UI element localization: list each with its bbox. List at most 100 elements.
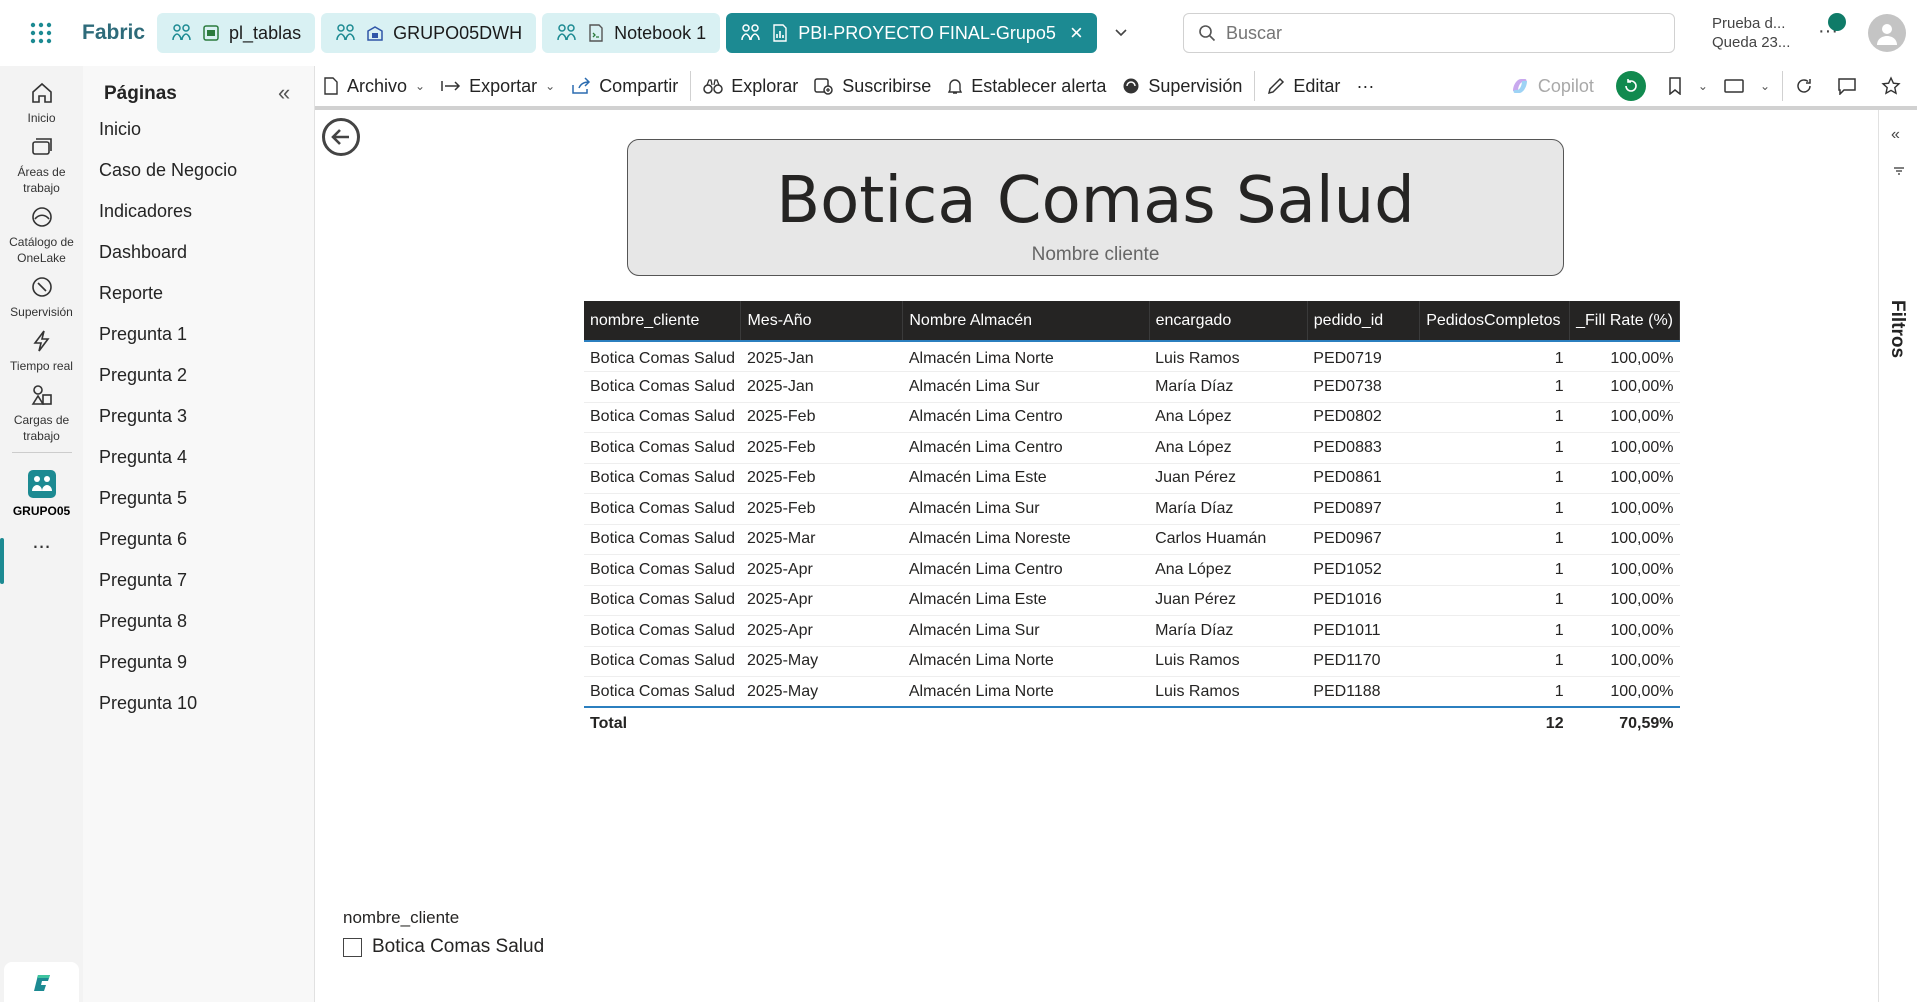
page-link-pregunta-3[interactable]: Pregunta 3 <box>99 406 299 427</box>
total-row: Total 12 70,59% <box>584 706 1680 739</box>
table-row[interactable]: Botica Comas Salud 2025-Apr Almacén Lima C… <box>584 554 1680 586</box>
table-row[interactable]: Botica Comas Salud 2025-Apr Almacén Lima S… <box>584 615 1680 647</box>
nav-item-areas-de-trabajo[interactable]: Áreas de trabajo <box>0 126 83 196</box>
column-header-nombre-cliente[interactable]: nombre_cliente <box>584 301 742 341</box>
page-link-pregunta-6[interactable]: Pregunta 6 <box>99 529 299 550</box>
monitor-icon <box>31 277 52 297</box>
tab-grupo05dwh[interactable]: GRUPO05DWH <box>321 13 537 53</box>
fabric-logo-icon[interactable] <box>4 962 79 1002</box>
page-link-reporte[interactable]: Reporte <box>99 283 299 304</box>
table-cell: 2025-Jan <box>740 341 903 372</box>
table-row[interactable]: Botica Comas Salud 2025-Feb Almacén Lima C… <box>584 432 1680 464</box>
tab-pl-tablas[interactable]: pl_tablas <box>157 13 316 53</box>
avatar[interactable] <box>1868 14 1906 52</box>
tab-notebook-1[interactable]: Notebook 1 <box>542 13 721 53</box>
workspaces-icon <box>31 138 52 155</box>
nav-item-inicio[interactable]: Inicio <box>0 72 83 126</box>
table-row[interactable]: Botica Comas Salud 2025-Jan Almacén Lima S… <box>584 371 1680 403</box>
archivo-menu[interactable]: Archivo ⌄ <box>315 66 433 106</box>
view-menu[interactable]: ⌄ <box>1716 66 1778 106</box>
trial-status[interactable]: Prueba d... Queda 23... <box>1712 14 1790 52</box>
editar-button[interactable]: Editar <box>1259 66 1348 106</box>
search-box[interactable] <box>1183 13 1675 53</box>
slicer-option[interactable]: Botica Comas Salud <box>343 936 544 958</box>
nav-label: GRUPO05 <box>12 504 71 518</box>
page-link-pregunta-2[interactable]: Pregunta 2 <box>99 365 299 386</box>
nav-item-grupo05[interactable]: GRUPO05 <box>0 461 83 519</box>
back-arrow-icon[interactable] <box>322 118 360 156</box>
column-header-nombre-almacen[interactable]: Nombre Almacén <box>902 301 1150 341</box>
compartir-button[interactable]: Compartir <box>563 66 686 106</box>
column-header-pedido-id[interactable]: pedido_id <box>1307 301 1421 341</box>
page-link-pregunta-4[interactable]: Pregunta 4 <box>99 447 299 468</box>
page-link-pregunta-8[interactable]: Pregunta 8 <box>99 611 299 632</box>
page-link-caso-de-negocio[interactable]: Caso de Negocio <box>99 160 299 181</box>
suscribirse-button[interactable]: Suscribirse <box>806 66 939 106</box>
pages-pane: Páginas « Inicio Caso de Negocio Indicad… <box>83 66 315 1002</box>
exportar-menu[interactable]: Exportar ⌄ <box>433 66 563 106</box>
column-header-mes-ano[interactable]: Mes-Año <box>740 301 904 341</box>
app-launcher-icon[interactable] <box>0 0 82 66</box>
kpi-card[interactable]: Botica Comas Salud Nombre cliente <box>627 139 1564 276</box>
person-icon <box>1877 24 1897 45</box>
table-row[interactable]: Botica Comas Salud 2025-Feb Almacén Lima S… <box>584 493 1680 525</box>
table-cell: PED0861 <box>1307 463 1420 494</box>
more-icon[interactable]: ... <box>0 519 83 552</box>
page-link-pregunta-10[interactable]: Pregunta 10 <box>99 693 299 714</box>
nav-item-supervision[interactable]: Supervisión <box>0 266 83 320</box>
column-header-pedidos-completos[interactable]: PedidosCompletos <box>1419 301 1571 341</box>
active-indicator <box>0 538 4 584</box>
reset-icon[interactable] <box>1615 71 1646 101</box>
copilot-button[interactable]: Copilot <box>1502 66 1602 106</box>
table-row[interactable]: Botica Comas Salud 2025-Jan Almacén Lima N… <box>584 341 1680 372</box>
supervision-button[interactable]: Supervisión <box>1114 66 1250 106</box>
establecer-alerta-button[interactable]: Establecer alerta <box>939 66 1114 106</box>
editar-label: Editar <box>1293 75 1341 96</box>
page-link-inicio[interactable]: Inicio <box>99 119 299 140</box>
table-cell: Botica Comas Salud <box>584 646 741 677</box>
more-actions-icon[interactable]: ··· <box>1348 66 1382 106</box>
checkbox[interactable] <box>343 937 362 957</box>
detail-table[interactable]: nombre_cliente Mes-Año Nombre Almacén en… <box>584 301 1680 739</box>
table-row[interactable]: Botica Comas Salud 2025-Feb Almacén Lima C… <box>584 402 1680 433</box>
bookmark-menu[interactable]: ⌄ <box>1660 66 1716 106</box>
page-link-pregunta-9[interactable]: Pregunta 9 <box>99 652 299 673</box>
search-input[interactable] <box>1226 22 1646 44</box>
toolbar-divider <box>690 71 692 101</box>
page-link-pregunta-5[interactable]: Pregunta 5 <box>99 488 299 509</box>
table-row[interactable]: Botica Comas Salud 2025-Apr Almacén Lima E… <box>584 585 1680 616</box>
table-cell: Almacén Lima Sur <box>902 615 1150 647</box>
expand-filters-icon[interactable]: « <box>1891 126 1900 144</box>
chevron-down-icon: ⌄ <box>1759 79 1770 93</box>
column-header-fill-rate[interactable]: _Fill Rate (%) <box>1569 301 1680 341</box>
table-row[interactable]: Botica Comas Salud 2025-Mar Almacén Lima N… <box>584 524 1680 555</box>
nav-item-catalogo-onelake[interactable]: Catálogo de OneLake <box>0 196 83 266</box>
nav-item-cargas-de-trabajo[interactable]: Cargas de trabajo <box>0 374 83 444</box>
table-row[interactable]: Botica Comas Salud 2025-May Almacén Lima N… <box>584 646 1680 677</box>
comment-icon[interactable] <box>1829 66 1873 106</box>
close-tab-icon[interactable]: × <box>1070 22 1083 44</box>
nav-item-tiempo-real[interactable]: Tiempo real <box>0 320 83 374</box>
page-link-dashboard[interactable]: Dashboard <box>99 242 299 263</box>
chevron-down-icon[interactable] <box>1103 13 1139 53</box>
collapse-pages-icon[interactable]: « <box>278 80 290 106</box>
table-row[interactable]: Botica Comas Salud 2025-May Almacén Lima N… <box>584 677 1680 708</box>
page-link-pregunta-1[interactable]: Pregunta 1 <box>99 324 299 345</box>
table-row[interactable]: Botica Comas Salud 2025-Feb Almacén Lima E… <box>584 463 1680 494</box>
brand-name[interactable]: Fabric <box>82 21 145 45</box>
tab-pbi-proyecto-final[interactable]: PBI-PROYECTO FINAL-Grupo5 × <box>726 13 1097 53</box>
column-header-encargado[interactable]: encargado <box>1149 301 1308 341</box>
nav-label: Áreas de trabajo <box>17 165 66 195</box>
favorite-star-icon[interactable] <box>1873 66 1917 106</box>
export-icon <box>441 81 461 91</box>
report-toolbar: Archivo ⌄ Exportar ⌄ Compartir Explorar Su… <box>315 66 1917 110</box>
table-cell: Luis Ramos <box>1149 341 1308 372</box>
page-link-indicadores[interactable]: Indicadores <box>99 201 299 222</box>
filters-pane[interactable]: « Filtros <box>1878 110 1917 1002</box>
page-link-pregunta-7[interactable]: Pregunta 7 <box>99 570 299 591</box>
refresh-icon[interactable] <box>1787 66 1829 106</box>
table-cell: 2025-Apr <box>740 554 903 586</box>
table-cell: 1 <box>1419 646 1570 677</box>
explorar-button[interactable]: Explorar <box>695 66 806 106</box>
table-cell: 1 <box>1419 585 1570 616</box>
